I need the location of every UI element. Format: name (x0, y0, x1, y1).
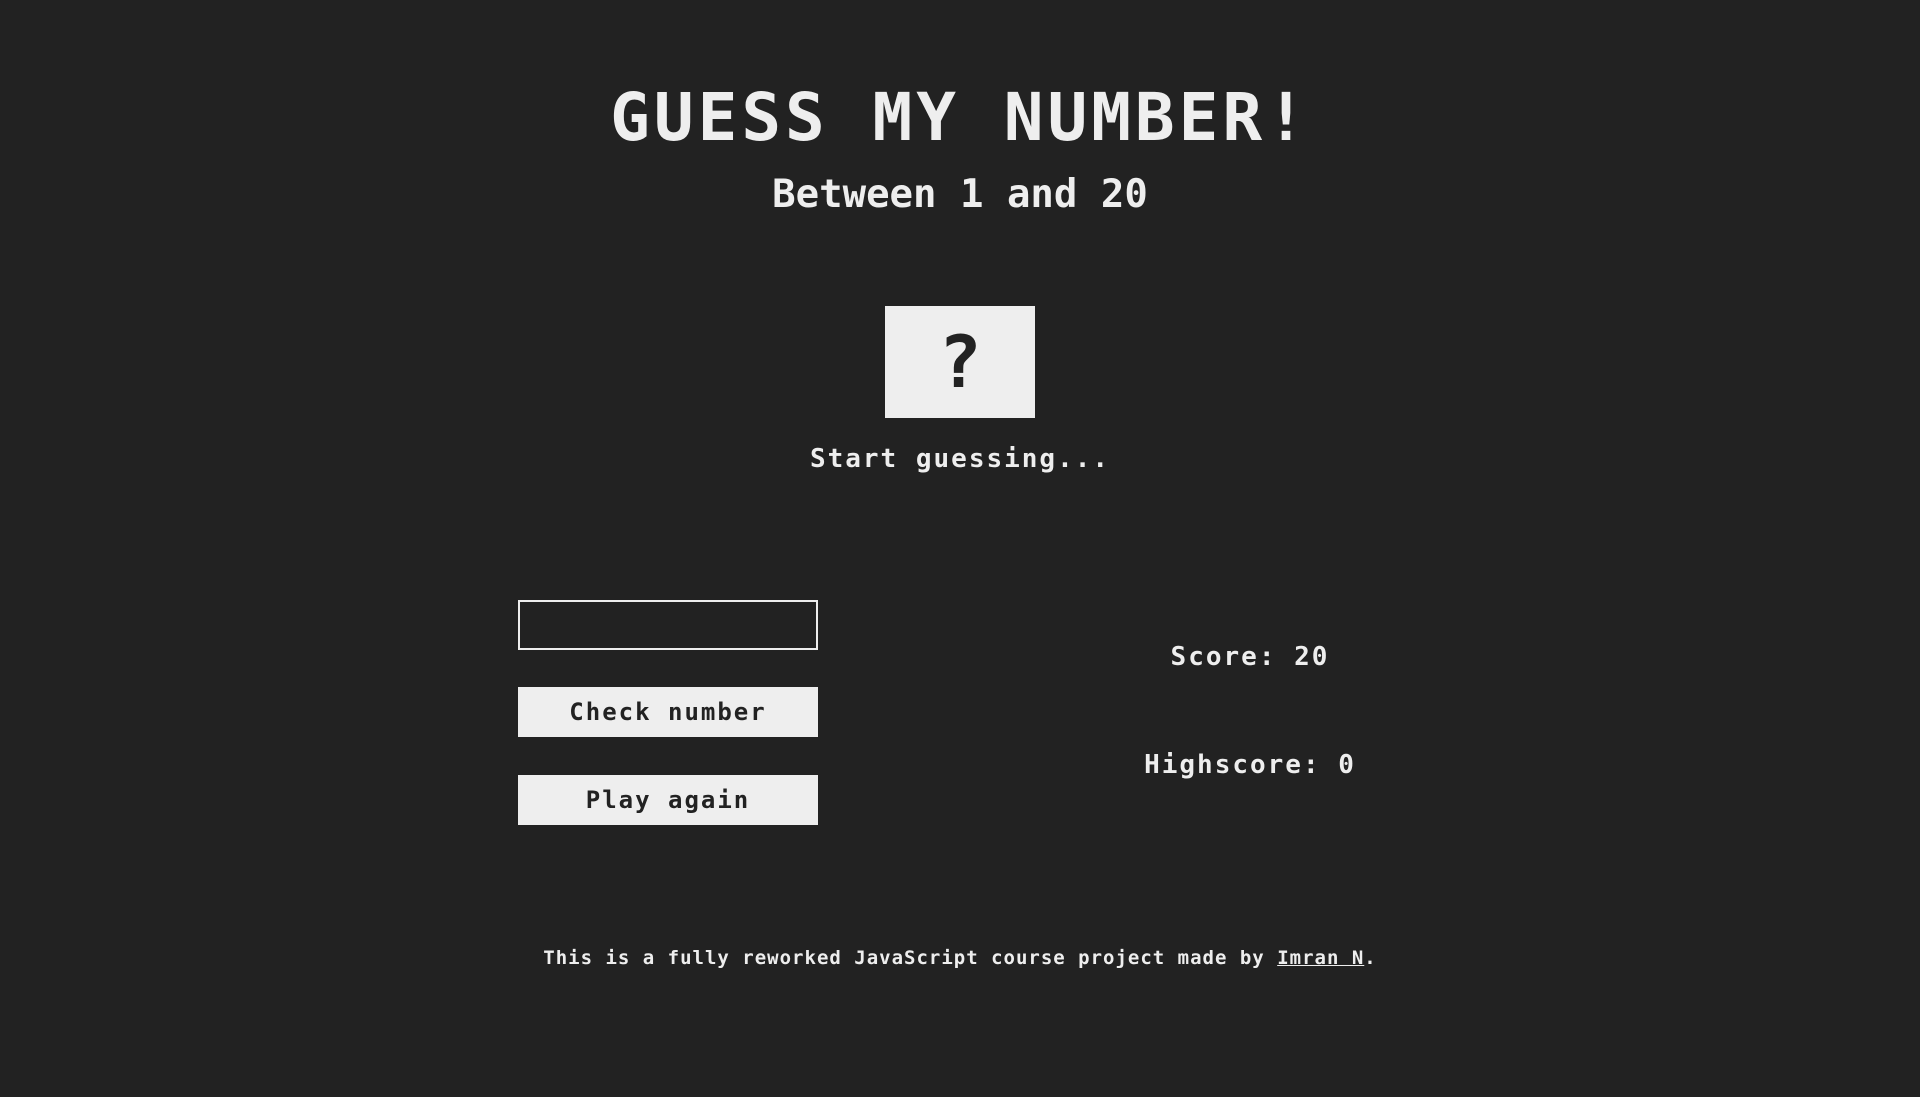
footer-text: This is a fully reworked JavaScript cour… (543, 947, 1278, 969)
score-label: Score: 20 (1170, 642, 1330, 672)
page-title: GUESS MY NUMBER! (610, 79, 1310, 156)
author-link[interactable]: Imran N (1277, 947, 1364, 969)
secret-number-box: ? (885, 306, 1035, 418)
guess-input[interactable] (518, 600, 818, 650)
game-page: GUESS MY NUMBER! Between 1 and 20 ? Star… (0, 0, 1920, 1097)
play-again-button[interactable]: Play again (518, 775, 818, 825)
check-number-button[interactable]: Check number (518, 687, 818, 737)
footer-suffix: . (1364, 947, 1377, 969)
highscore-label: Highscore: 0 (1144, 750, 1356, 780)
status-message: Start guessing... (809, 444, 1111, 474)
footer: This is a fully reworked JavaScript cour… (0, 945, 1920, 971)
question-mark-icon: ? (938, 320, 982, 404)
range-subtitle: Between 1 and 20 (772, 172, 1148, 217)
